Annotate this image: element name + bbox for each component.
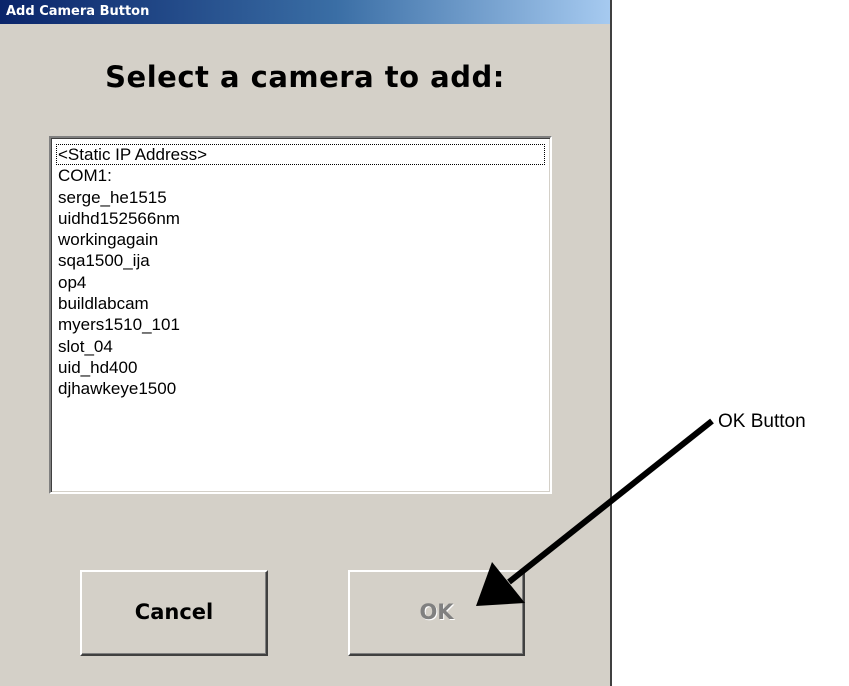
list-item[interactable]: myers1510_101 [56,314,545,335]
list-item[interactable]: workingagain [56,229,545,250]
camera-listbox[interactable]: <Static IP Address> COM1: serge_he1515 u… [49,136,552,494]
ok-button[interactable]: OK [348,570,525,656]
list-item[interactable]: djhawkeye1500 [56,378,545,399]
page: Add Camera Button Select a camera to add… [0,0,849,686]
dialog-heading: Select a camera to add: [105,60,505,94]
title-bar[interactable]: Add Camera Button [0,0,610,24]
window-title: Add Camera Button [6,4,150,19]
list-item[interactable]: <Static IP Address> [56,144,545,166]
add-camera-dialog: Add Camera Button Select a camera to add… [0,0,612,686]
ok-button-callout-label: OK Button [718,411,806,432]
list-item[interactable]: slot_04 [56,336,545,357]
cancel-button[interactable]: Cancel [80,570,268,656]
list-item[interactable]: sqa1500_ija [56,250,545,271]
list-item[interactable]: COM1: [56,165,545,186]
list-item[interactable]: uidhd152566nm [56,208,545,229]
list-item[interactable]: uid_hd400 [56,357,545,378]
list-item[interactable]: buildlabcam [56,293,545,314]
list-item[interactable]: serge_he1515 [56,187,545,208]
list-item[interactable]: op4 [56,272,545,293]
